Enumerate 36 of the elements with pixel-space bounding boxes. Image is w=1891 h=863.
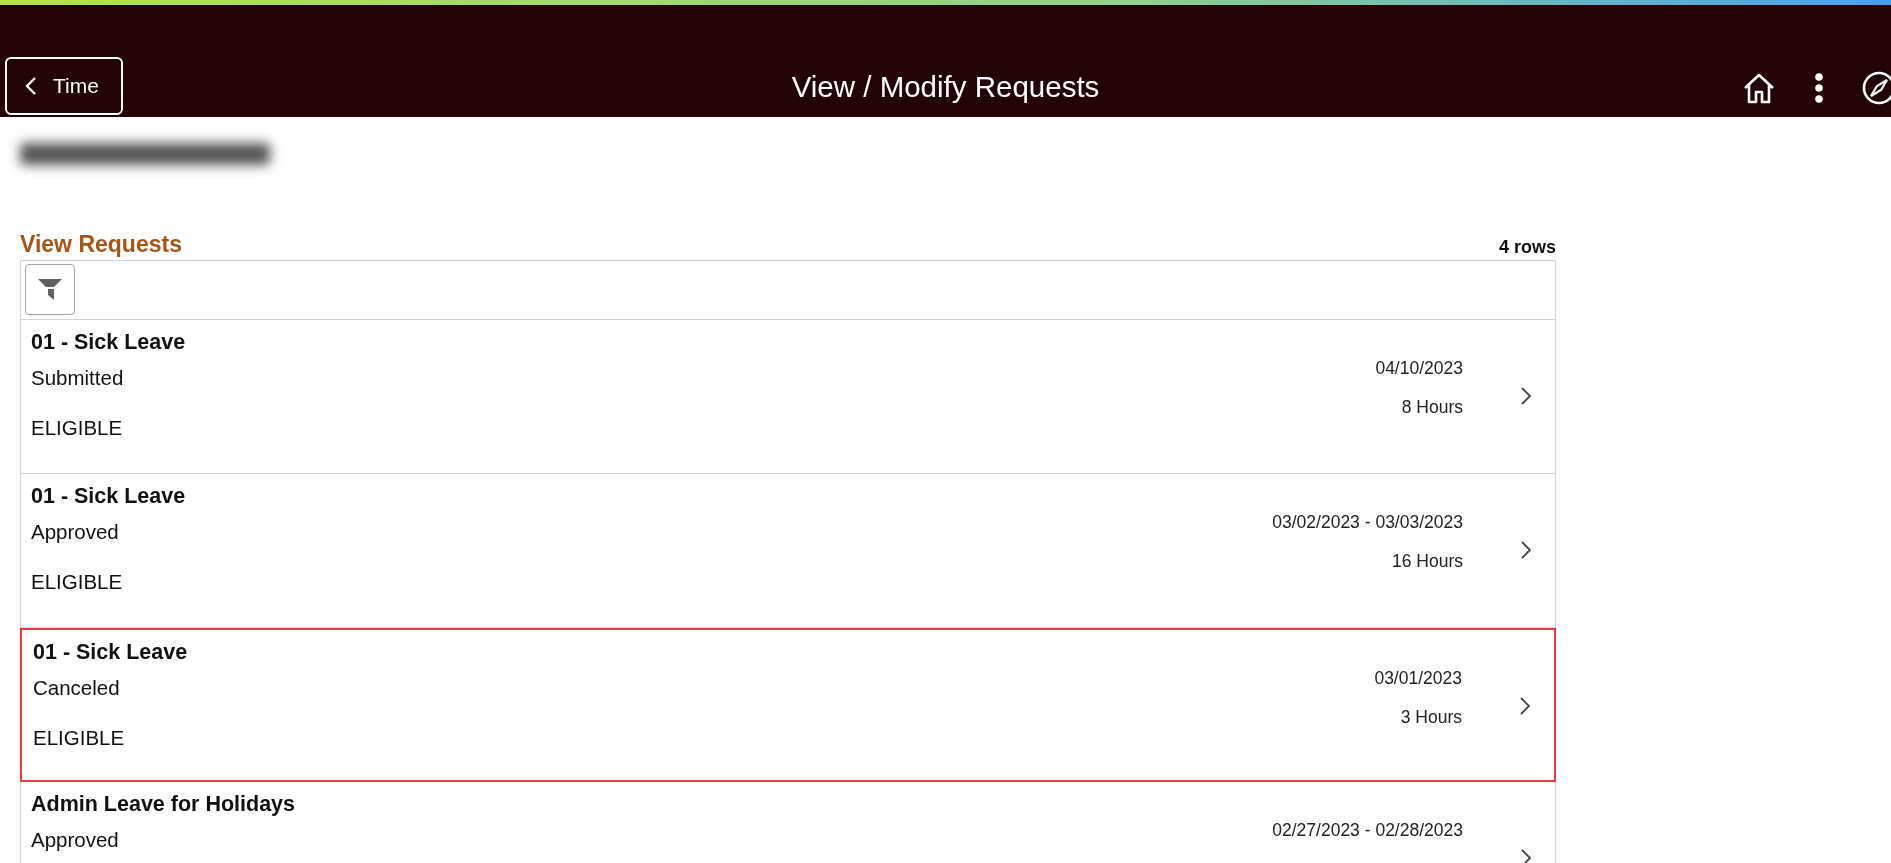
filter-button[interactable] <box>25 264 75 315</box>
request-title: Admin Leave for Holidays <box>31 792 297 816</box>
page-title: View / Modify Requests <box>791 70 1100 104</box>
chevron-right-icon <box>1521 849 1531 863</box>
row-count: 4 rows <box>1498 237 1556 258</box>
chevron-right-icon <box>1521 541 1531 559</box>
back-button[interactable]: Time <box>5 57 123 115</box>
request-hours: 8 Hours <box>1400 397 1463 417</box>
home-icon[interactable] <box>1742 72 1776 104</box>
request-status: Canceled <box>33 676 121 700</box>
request-title: 01 - Sick Leave <box>31 330 187 354</box>
eligibility-text: ELIGIBLE <box>31 416 124 440</box>
request-status: Submitted <box>31 366 125 390</box>
chevron-right-icon <box>1520 697 1530 715</box>
chevron-right-icon <box>1521 387 1531 405</box>
request-dates: 03/02/2023 - 03/03/2023 <box>1272 512 1463 532</box>
section-title: View Requests <box>20 231 182 258</box>
request-hours: 16 Hours <box>1391 551 1463 571</box>
request-row[interactable]: Admin Leave for Holidays Approved 02/27/2023 - 02/28/2023 <box>21 782 1555 863</box>
compass-icon[interactable] <box>1862 71 1891 105</box>
request-status: Approved <box>31 520 120 544</box>
eligibility-text: ELIGIBLE <box>33 726 126 750</box>
request-dates: 04/10/2023 <box>1375 358 1463 378</box>
eligibility-text: ELIGIBLE <box>31 570 124 594</box>
request-hours: 3 Hours <box>1399 707 1462 727</box>
request-status: Approved <box>31 828 120 852</box>
request-row[interactable]: 01 - Sick Leave Submitted ELIGIBLE 04/10/2023 8 Hours <box>21 320 1555 474</box>
chevron-left-icon <box>25 76 37 96</box>
request-row[interactable]: 01 - Sick Leave Canceled ELIGIBLE 03/01/2023 3 Hours <box>20 628 1556 782</box>
filter-icon <box>37 277 63 302</box>
request-dates: 03/01/2023 <box>1374 668 1462 688</box>
request-title: 01 - Sick Leave <box>31 484 187 508</box>
request-row[interactable]: 01 - Sick Leave Approved ELIGIBLE 03/02/2023 - 03/03/2023 16 Hours <box>21 474 1555 628</box>
more-icon[interactable] <box>1814 72 1824 104</box>
request-dates: 02/27/2023 - 02/28/2023 <box>1272 820 1463 840</box>
request-title: 01 - Sick Leave <box>33 640 189 664</box>
